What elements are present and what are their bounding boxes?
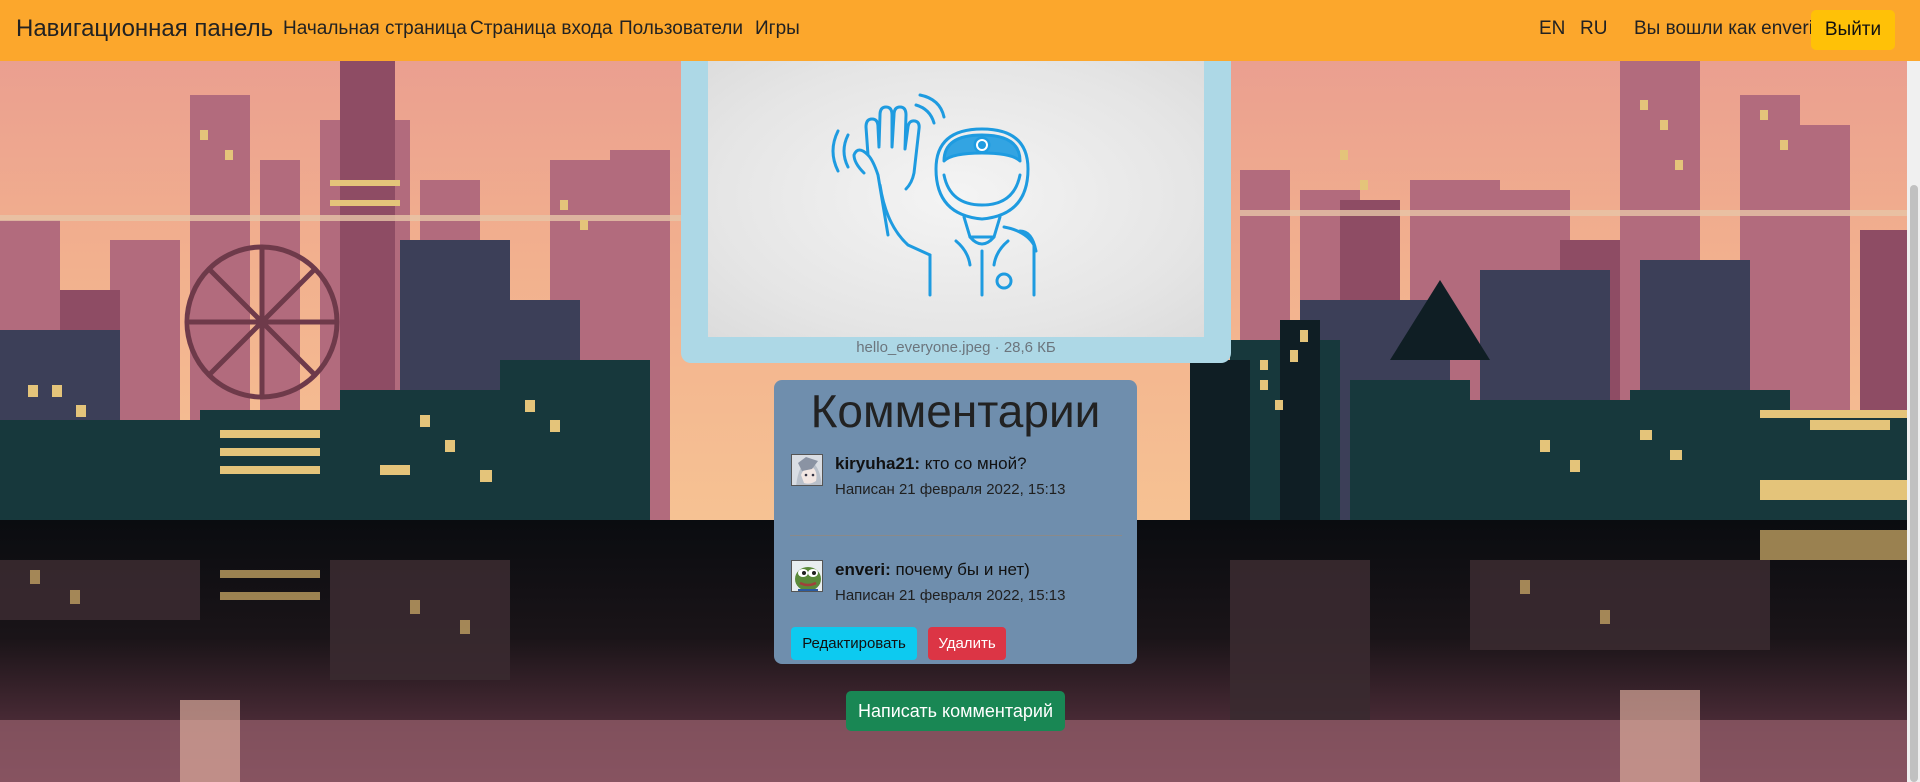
user-avatar[interactable] [791,560,823,592]
delete-comment-button[interactable]: Удалить [928,627,1006,660]
post-image[interactable] [708,55,1204,337]
comment-body: почему бы и нет) [890,560,1030,579]
comment-date: Написан 21 февраля 2022, 15:13 [835,481,1066,498]
comment-body: кто со мной? [920,454,1027,473]
comment-author[interactable]: kiryuha21: [835,454,920,473]
pepe-avatar-icon [792,561,822,591]
logged-in-text: Вы вошли как enveri [1634,18,1813,39]
write-comment-button[interactable]: Написать комментарий [846,691,1065,731]
edit-comment-button[interactable]: Редактировать [791,627,917,660]
lang-en-link[interactable]: EN [1539,18,1565,40]
navbar-brand[interactable]: Навигационная панель [16,15,273,43]
nav-link-login[interactable]: Страница входа [470,18,613,40]
comment-text: enveri: почему бы и нет) [835,560,1030,580]
user-avatar[interactable] [791,454,823,486]
nav-link-home[interactable]: Начальная страница [283,18,467,40]
anime-avatar-icon [792,455,822,485]
comment-divider [790,535,1122,536]
post-image-card: hello_everyone.jpeg · 28,6 КБ [681,55,1231,363]
waving-astronaut-icon [831,93,1038,297]
nav-link-users[interactable]: Пользователи [619,18,743,40]
logout-button[interactable]: Выйти [1811,10,1895,50]
comments-card: Комментарии kiryuha21: кто со мной? Напи… [774,380,1137,664]
top-navbar: Навигационная панель Начальная страница … [0,0,1920,61]
nav-link-games[interactable]: Игры [755,18,800,40]
comment-date: Написан 21 февраля 2022, 15:13 [835,587,1066,604]
scrollbar-thumb[interactable] [1910,185,1918,782]
comment-text: kiryuha21: кто со мной? [835,454,1027,474]
lang-ru-link[interactable]: RU [1580,18,1607,40]
comment-author[interactable]: enveri: [835,560,891,579]
comments-title: Комментарии [810,385,1101,437]
file-caption[interactable]: hello_everyone.jpeg · 28,6 КБ [681,339,1231,356]
